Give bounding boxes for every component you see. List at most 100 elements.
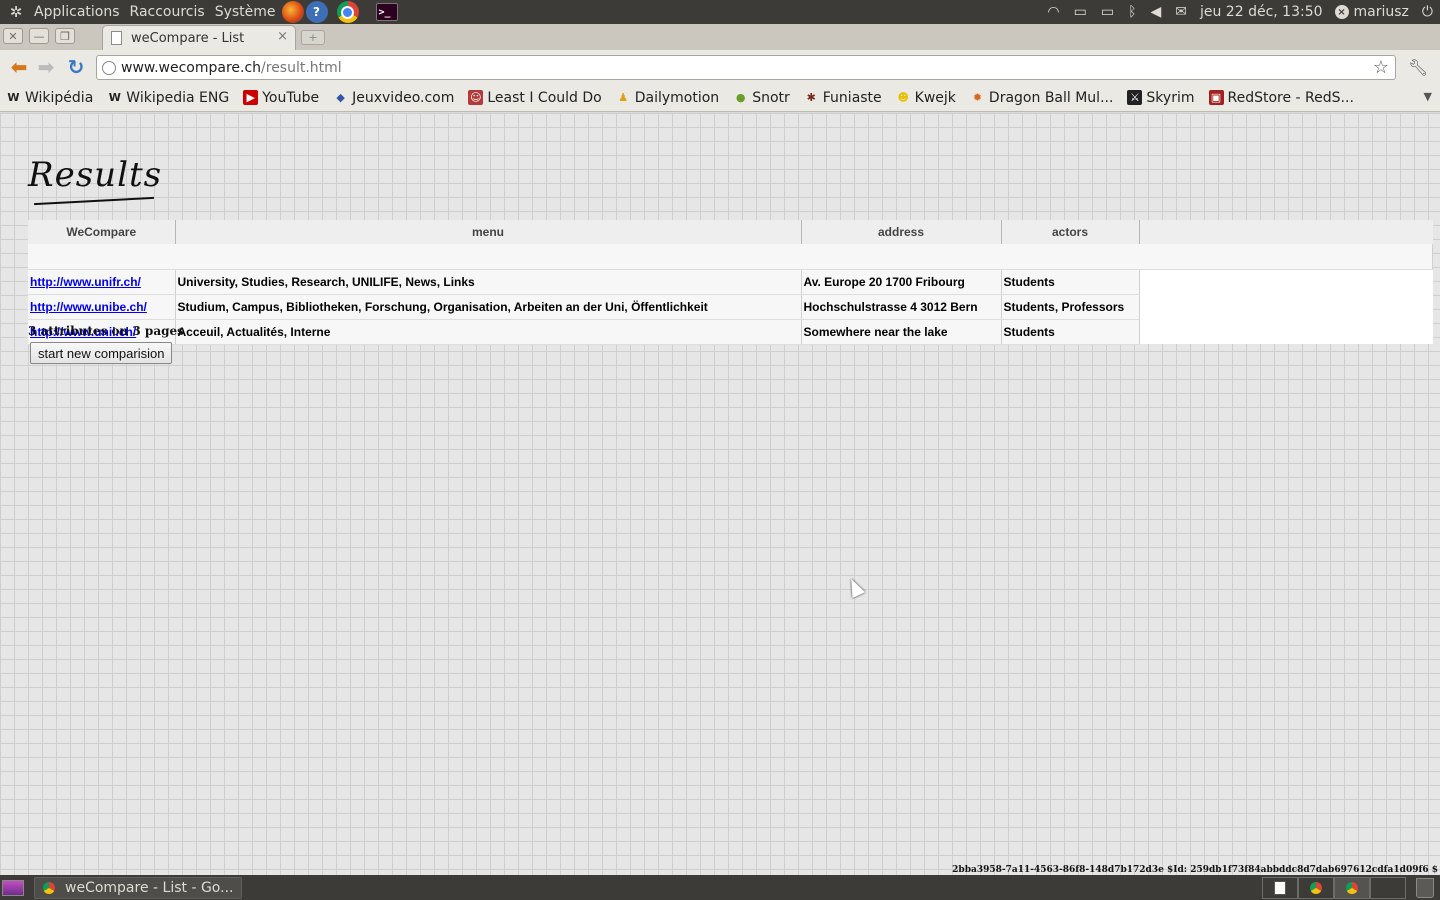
address-bar[interactable]: www.wecompare.ch/result.html ☆ [96, 55, 1396, 80]
url-path: /result.html [261, 59, 342, 76]
help-icon[interactable]: ? [305, 1, 328, 23]
bluetooth-icon[interactable]: ᛒ [1121, 0, 1143, 24]
volume-icon[interactable]: ◀ [1143, 0, 1168, 24]
url-cell: http://www.unibe.ch/ [28, 294, 176, 320]
menu-cell: Studium, Campus, Bibliotheken, Forschung… [175, 294, 802, 320]
top-panel: ✲ Applications Raccourcis Système ? >_ ◠… [0, 0, 1440, 24]
site-link[interactable]: http://www.unibe.ch/ [30, 300, 147, 314]
bookmark-favicon-icon: ☻ [897, 91, 909, 104]
reload-icon[interactable]: ↻ [65, 55, 87, 79]
bookmark-item[interactable]: W Wikipédia [6, 90, 93, 106]
tab-close-icon[interactable]: × [277, 29, 288, 44]
bookmark-item[interactable]: ✹ Dragon Ball Mul... [970, 90, 1114, 106]
blank-cell [1139, 294, 1433, 319]
actors-cell: Students, Professors [1001, 294, 1140, 320]
clock[interactable]: jeu 22 déc, 13:50 [1194, 4, 1329, 20]
bookmark-item[interactable]: ✱ Funiaste [804, 90, 882, 106]
workspace-2[interactable] [1298, 876, 1334, 899]
bookmark-label: Skyrim [1146, 89, 1195, 106]
bookmark-label: Least I Could Do [487, 89, 602, 106]
column-header-actors[interactable]: actors [1001, 220, 1140, 244]
workspace-switcher [1262, 876, 1406, 899]
mail-icon[interactable]: ✉ [1168, 0, 1194, 24]
bookmark-item[interactable]: ▣ RedStore - RedS... [1208, 90, 1354, 106]
ubuntu-logo-icon[interactable]: ✲ [7, 3, 25, 21]
power-icon[interactable]: ⏻ [1415, 0, 1440, 24]
wifi-icon[interactable]: ◠ [1040, 0, 1066, 24]
applications-menu[interactable]: Applications [29, 0, 125, 24]
forward-icon[interactable]: ➡ [35, 55, 57, 79]
bookmark-item[interactable]: W Wikipedia ENG [107, 90, 229, 106]
bookmark-label: Funiaste [822, 89, 882, 106]
column-header-address[interactable]: address [801, 220, 1002, 244]
blank-cell [1139, 319, 1433, 344]
bookmark-item[interactable]: ◆ Jeuxvideo.com [333, 90, 454, 106]
battery-icon[interactable]: ▭ [1094, 0, 1121, 24]
start-new-comparison-button[interactable]: start new comparision [30, 342, 173, 364]
menu-cell: University, Studies, Research, UNILIFE, … [175, 269, 802, 295]
user-menu[interactable]: × mariusz [1329, 4, 1415, 20]
browser-tab[interactable]: weCompare - List × [102, 25, 296, 50]
address-cell: Hochschulstrasse 4 3012 Bern [801, 294, 1002, 320]
chrome-icon [1346, 881, 1358, 894]
wrench-menu-icon[interactable]: 🔧︎ [1408, 58, 1428, 77]
results-table: WeCompare menu address actors http://www… [28, 220, 1433, 345]
column-header-blank [1139, 220, 1433, 244]
terminal-icon[interactable]: >_ [375, 3, 398, 21]
panel-menu: ✲ Applications Raccourcis Système ? >_ [0, 0, 399, 24]
bookmark-favicon-icon: W [108, 91, 121, 104]
column-header-menu[interactable]: menu [175, 220, 802, 244]
bottom-panel: weCompare - List - Go... [0, 875, 1440, 900]
tab-strip: ✕ — ❐ weCompare - List × + [0, 24, 1440, 50]
workspace-1[interactable] [1262, 876, 1298, 899]
back-icon[interactable]: ⬅ [8, 55, 30, 79]
chrome-icon[interactable] [336, 1, 359, 23]
trash-icon[interactable] [1416, 877, 1434, 898]
bookmark-star-icon[interactable]: ☆ [1373, 57, 1389, 78]
address-cell: Somewhere near the lake [801, 319, 1002, 345]
bookmark-item[interactable]: ♟ Dailymotion [616, 90, 719, 106]
browser-toolbar: ⬅ ➡ ↻ www.wecompare.ch/result.html ☆ 🔧︎ [0, 50, 1440, 84]
show-desktop-icon[interactable] [2, 879, 24, 896]
site-info-icon[interactable] [102, 60, 116, 75]
new-tab-button[interactable]: + [301, 30, 325, 45]
menu-cell: Acceuil, Actualités, Interne [175, 319, 802, 345]
site-link[interactable]: http://www.unifr.ch/ [30, 275, 141, 289]
results-heading: Results [28, 155, 163, 195]
bookmarks-overflow-icon[interactable]: ▼ [1424, 90, 1432, 103]
workspace-3[interactable] [1334, 876, 1370, 899]
heading-underline [34, 196, 154, 206]
bookmark-item[interactable]: ● Snotr [733, 90, 790, 106]
bookmark-item[interactable]: ⚔ Skyrim [1127, 89, 1195, 106]
window-minimize-icon[interactable]: — [29, 28, 49, 44]
window-close-icon[interactable]: ✕ [3, 28, 23, 44]
document-icon [1274, 880, 1286, 895]
bookmark-item[interactable]: ▶ YouTube [243, 90, 319, 106]
bookmark-favicon-icon: ▣ [1208, 90, 1224, 105]
workspace-4[interactable] [1370, 876, 1406, 899]
actors-cell: Students [1001, 269, 1140, 295]
bookmark-label: Jeuxvideo.com [352, 89, 455, 106]
bookmark-item[interactable]: ☺ Least I Could Do [468, 89, 602, 106]
firefox-icon[interactable] [281, 1, 304, 23]
tab-title: weCompare - List [131, 30, 245, 46]
taskbar-window-button[interactable]: weCompare - List - Go... [34, 876, 243, 899]
bookmark-label: Dailymotion [634, 89, 720, 106]
window-maximize-icon[interactable]: ❐ [55, 28, 75, 44]
results-summary: 3 attributes on 3 pages [28, 324, 184, 338]
address-cell: Av. Europe 20 1700 Fribourg [801, 269, 1002, 295]
bookmark-favicon-icon: ☺ [468, 90, 484, 105]
bookmark-label: Wikipédia [25, 89, 94, 106]
page-icon [111, 31, 122, 45]
system-menu[interactable]: Système [210, 0, 281, 24]
bookmark-item[interactable]: ☻ Kwejk [896, 90, 955, 106]
column-header-wecompare[interactable]: WeCompare [28, 220, 176, 244]
bookmark-favicon-icon: ◆ [336, 91, 345, 104]
table-row: http://www.unifr.ch/ University, Studies… [28, 269, 1433, 295]
url-cell: http://www.unifr.ch/ [28, 269, 176, 295]
shortcuts-menu[interactable]: Raccourcis [125, 0, 210, 24]
display-icon[interactable]: ▭ [1067, 0, 1094, 24]
bookmark-label: Snotr [752, 89, 790, 106]
blank-cell [1139, 269, 1433, 294]
chrome-icon [43, 881, 55, 894]
